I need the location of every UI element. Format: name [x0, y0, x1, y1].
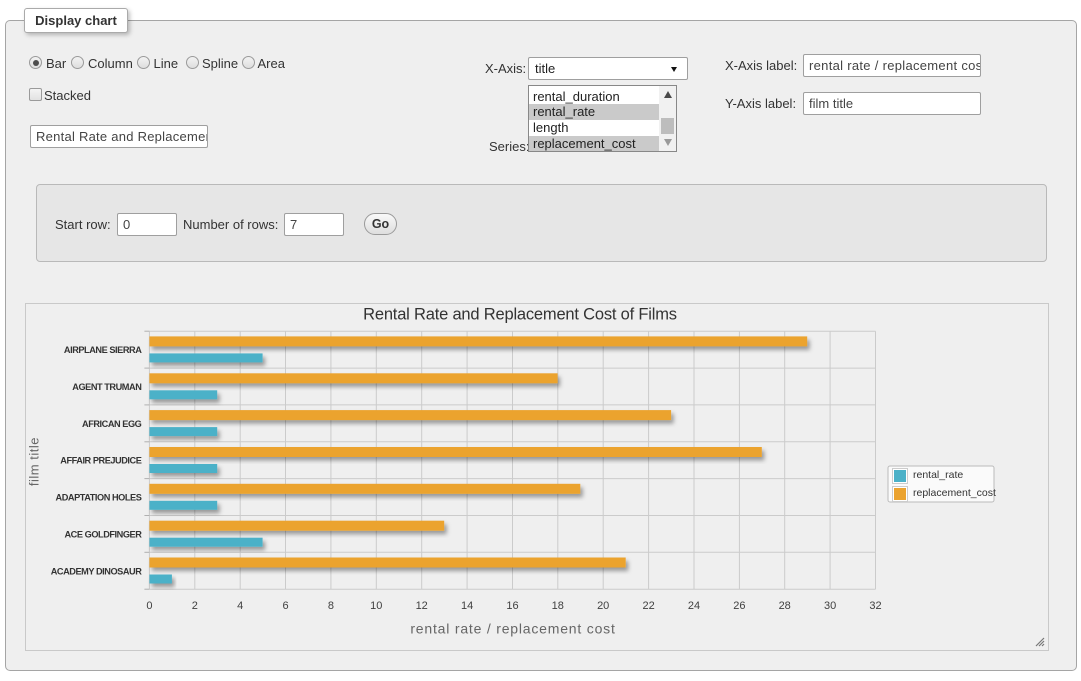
svg-text:AFRICAN EGG: AFRICAN EGG	[82, 419, 142, 429]
svg-text:2: 2	[192, 600, 198, 612]
svg-text:30: 30	[824, 600, 836, 612]
svg-text:26: 26	[733, 600, 745, 612]
svg-text:14: 14	[461, 600, 473, 612]
svg-text:0: 0	[146, 600, 152, 612]
svg-text:6: 6	[282, 600, 288, 612]
svg-text:12: 12	[416, 600, 428, 612]
svg-text:32: 32	[869, 600, 881, 612]
svg-text:replacement_cost: replacement_cost	[913, 487, 996, 499]
svg-text:8: 8	[328, 600, 334, 612]
svg-text:16: 16	[506, 600, 518, 612]
svg-text:22: 22	[642, 600, 654, 612]
svg-text:20: 20	[597, 600, 609, 612]
svg-text:10: 10	[370, 600, 382, 612]
svg-text:28: 28	[779, 600, 791, 612]
svg-text:18: 18	[552, 600, 564, 612]
svg-text:ADAPTATION HOLES: ADAPTATION HOLES	[56, 493, 142, 503]
svg-text:AFFAIR PREJUDICE: AFFAIR PREJUDICE	[60, 456, 141, 466]
svg-text:film title: film title	[27, 437, 42, 486]
svg-text:4: 4	[237, 600, 243, 612]
svg-text:AIRPLANE SIERRA: AIRPLANE SIERRA	[64, 345, 142, 355]
svg-text:24: 24	[688, 600, 700, 612]
svg-text:ACE GOLDFINGER: ACE GOLDFINGER	[64, 529, 142, 539]
svg-text:rental rate / replacement cost: rental rate / replacement cost	[410, 621, 615, 637]
svg-text:ACADEMY DINOSAUR: ACADEMY DINOSAUR	[51, 566, 142, 576]
svg-text:rental_rate: rental_rate	[913, 469, 963, 481]
svg-text:Rental Rate and Replacement Co: Rental Rate and Replacement Cost of Film…	[363, 306, 677, 324]
svg-text:AGENT TRUMAN: AGENT TRUMAN	[72, 382, 142, 392]
